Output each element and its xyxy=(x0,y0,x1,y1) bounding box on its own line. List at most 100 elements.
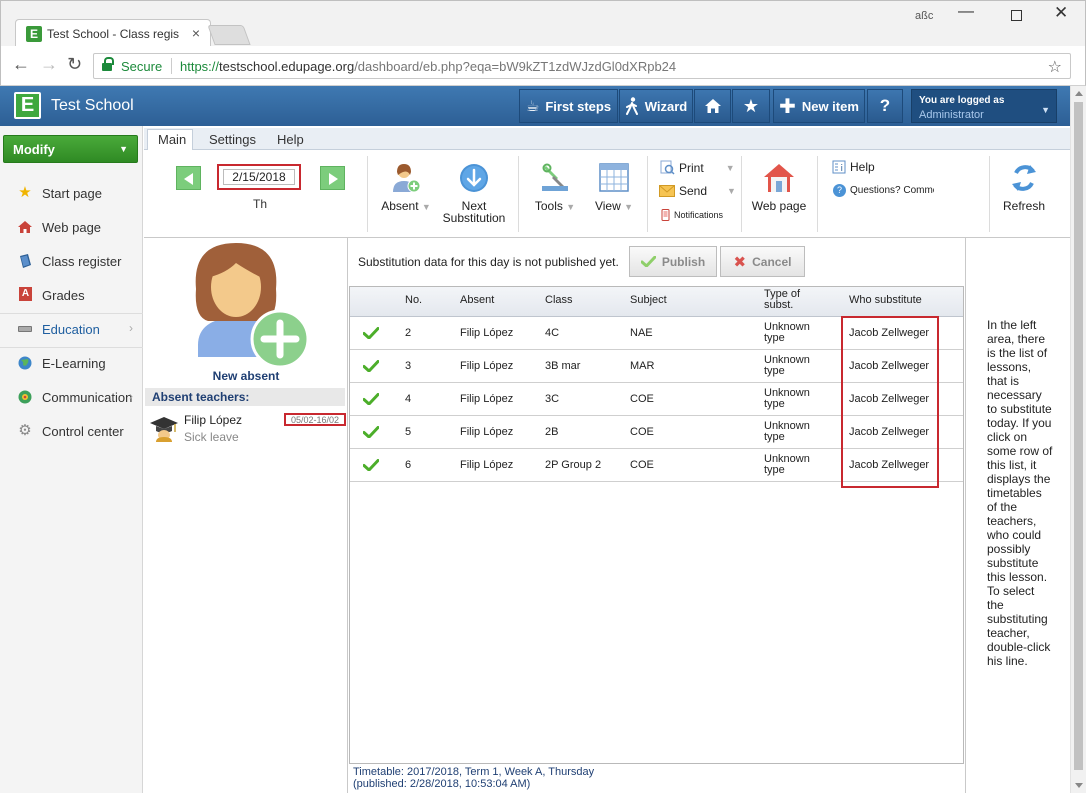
column-header-type[interactable]: Type of subst. xyxy=(764,289,800,311)
tab-help[interactable]: Help xyxy=(277,132,304,147)
refresh-button[interactable]: Refresh xyxy=(998,162,1050,212)
graduation-cap-icon xyxy=(150,417,178,442)
maximize-icon[interactable] xyxy=(1011,10,1022,21)
ribbon-divider xyxy=(741,156,742,232)
column-header-subject[interactable]: Subject xyxy=(630,295,667,306)
user-menu[interactable]: You are logged as Administrator ▼ xyxy=(911,89,1057,123)
tab-main[interactable]: Main xyxy=(158,132,186,147)
tab-close-icon[interactable]: × xyxy=(192,25,200,41)
tab-settings[interactable]: Settings xyxy=(209,132,256,147)
chevron-down-icon: ▼ xyxy=(119,144,128,154)
education-icon xyxy=(18,326,32,332)
new-item-button[interactable]: ✚ New item xyxy=(773,89,865,123)
school-name[interactable]: Test School xyxy=(51,97,134,115)
refresh-icon xyxy=(1012,165,1036,191)
print-button[interactable]: Print ▼ xyxy=(659,160,735,175)
help-button[interactable]: ? xyxy=(867,89,903,123)
first-steps-button[interactable]: ☕ First steps xyxy=(519,89,618,123)
cup-icon: ☕ xyxy=(525,98,540,115)
cancel-label: Cancel xyxy=(752,254,792,269)
notifications-button[interactable]: Notifications xyxy=(661,209,723,221)
table-row[interactable]: 4 Filip López 3C COE Unknown type Jacob Z… xyxy=(350,383,963,416)
scroll-up-icon[interactable] xyxy=(1075,91,1083,96)
bookmark-star-icon[interactable]: ☆ xyxy=(1048,57,1062,77)
url-field[interactable]: Secure https://testschool.edupage.org/da… xyxy=(93,53,1071,79)
forward-icon[interactable]: → xyxy=(40,54,58,75)
absent-button[interactable]: Absent ▼ xyxy=(376,162,436,213)
cell-subject: COE xyxy=(630,393,654,405)
table-row[interactable]: 6 Filip López 2P Group 2 COE Unknown type… xyxy=(350,449,963,482)
cell-class: 3B mar xyxy=(545,360,581,372)
absence-panel: New absent Absent teachers: Filip López … xyxy=(144,238,348,793)
url-text: https://testschool.edupage.org/dashboard… xyxy=(180,59,676,74)
new-absent-label[interactable]: New absent xyxy=(144,369,348,383)
view-button[interactable]: View ▼ xyxy=(589,162,639,213)
sidebar-item-class-register[interactable]: Class register xyxy=(0,244,143,278)
questions-link[interactable]: ? Questions? Commen xyxy=(833,184,934,197)
publish-button[interactable]: Publish xyxy=(629,246,717,277)
modify-button[interactable]: Modify ▼ xyxy=(3,135,138,163)
home-icon xyxy=(704,99,721,113)
sidebar-item-control-center[interactable]: ⚙ Control center xyxy=(0,414,143,448)
minimize-icon[interactable]: — xyxy=(958,3,974,21)
scroll-down-icon[interactable] xyxy=(1075,783,1083,788)
svg-text:i: i xyxy=(841,164,844,174)
tools-button[interactable]: Tools ▼ xyxy=(528,162,582,213)
secure-label: Secure xyxy=(121,59,163,74)
print-icon xyxy=(660,160,675,175)
sidebar-item-education[interactable]: Education › xyxy=(0,312,143,346)
new-absent-avatar-icon[interactable] xyxy=(182,241,312,369)
window-user-badge[interactable]: aßc xyxy=(915,10,933,22)
previous-day-button[interactable] xyxy=(176,166,201,190)
cancel-button[interactable]: ✖ Cancel xyxy=(720,246,805,277)
new-tab-button[interactable] xyxy=(207,25,251,45)
checkmark-icon xyxy=(363,360,379,372)
table-row[interactable]: 2 Filip López 4C NAE Unknown type Jacob Z… xyxy=(350,317,963,350)
notifications-label: Notifications xyxy=(674,210,724,220)
help-icon: ? xyxy=(879,96,891,115)
column-header-class[interactable]: Class xyxy=(545,295,573,306)
home-button[interactable] xyxy=(694,89,731,123)
sidebar-item-web-page[interactable]: Web page xyxy=(0,210,143,244)
column-header-absent[interactable]: Absent xyxy=(460,295,494,306)
next-substitution-button[interactable]: Next Substitution xyxy=(440,162,508,224)
next-label-line2: Substitution xyxy=(442,211,506,225)
cell-no: 4 xyxy=(405,393,412,405)
sidebar-item-label: Communication xyxy=(42,390,133,405)
reload-icon[interactable]: ↻ xyxy=(67,54,82,75)
webpage-label: Web page xyxy=(751,199,807,213)
chevron-down-icon: ▼ xyxy=(421,202,431,212)
browser-tab[interactable]: E Test School - Class regist × xyxy=(15,19,211,47)
cell-type-line2: type xyxy=(764,332,785,344)
cell-type: Unknown type xyxy=(764,454,810,476)
sidebar-item-e-learning[interactable]: E-Learning xyxy=(0,346,143,380)
next-day-button[interactable] xyxy=(320,166,345,190)
send-button[interactable]: Send ▼ xyxy=(659,184,736,198)
sidebar-item-grades[interactable]: A Grades xyxy=(0,278,143,312)
star-icon: ★ xyxy=(742,95,760,116)
checkmark-icon xyxy=(363,393,379,405)
webpage-button[interactable]: Web page xyxy=(750,162,808,212)
checkmark-icon xyxy=(363,459,379,471)
date-input[interactable] xyxy=(223,169,295,185)
window-close-icon[interactable]: ✕ xyxy=(1054,3,1068,23)
sidebar-item-label: Class register xyxy=(42,254,122,269)
checkmark-icon xyxy=(640,256,656,267)
favorites-button[interactable]: ★ xyxy=(732,89,770,123)
absent-teacher-row[interactable]: Filip López Sick leave 05/02-16/02 xyxy=(144,411,348,447)
table-row[interactable]: 3 Filip López 3B mar MAR Unknown type Jac… xyxy=(350,350,963,383)
help-link[interactable]: i Help xyxy=(832,160,875,174)
sidebar-item-start-page[interactable]: ★ Start page xyxy=(0,176,143,210)
cell-who-substitute: Jacob Zellweger xyxy=(849,393,930,405)
column-header-no[interactable]: No. xyxy=(405,295,422,306)
column-header-who[interactable]: Who substitute xyxy=(849,295,922,306)
sidebar-item-communication[interactable]: Communication › xyxy=(0,380,143,414)
communication-icon xyxy=(18,390,32,404)
table-row[interactable]: 5 Filip López 2B COE Unknown type Jacob Z… xyxy=(350,416,963,449)
back-icon[interactable]: ← xyxy=(12,54,30,75)
page-scrollbar[interactable] xyxy=(1070,86,1086,793)
wizard-button[interactable]: Wizard xyxy=(619,89,693,123)
edupage-logo[interactable]: E xyxy=(14,92,41,119)
phone-icon xyxy=(661,209,670,221)
scrollbar-thumb[interactable] xyxy=(1074,102,1083,770)
